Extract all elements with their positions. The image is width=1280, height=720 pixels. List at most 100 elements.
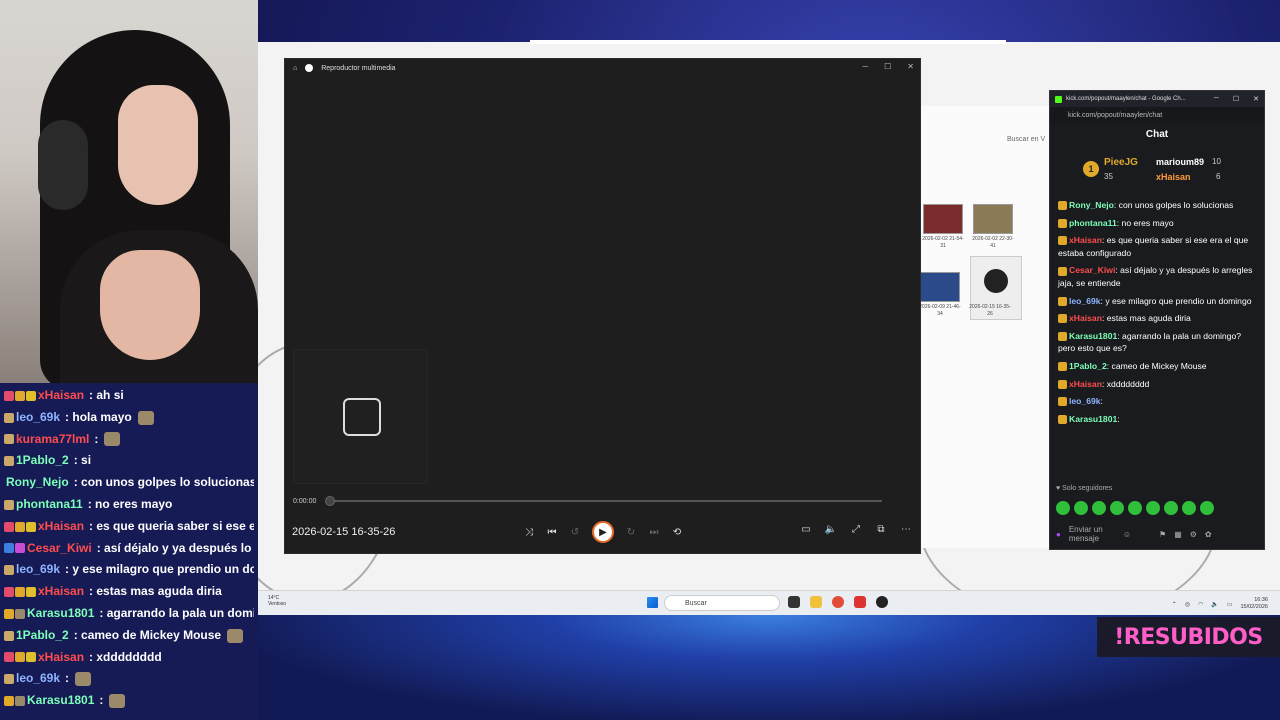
chrome-icon[interactable] — [832, 596, 844, 608]
media-player-icon[interactable] — [876, 596, 888, 608]
file-thumbnail[interactable] — [973, 204, 1013, 234]
rewind-icon[interactable]: ↺ — [569, 526, 581, 538]
seek-handle[interactable] — [325, 496, 335, 506]
home-icon[interactable]: ⌂ — [293, 65, 297, 72]
chat-username[interactable]: xHaisan — [38, 581, 84, 603]
shuffle-icon[interactable]: ⤨ — [523, 526, 535, 538]
chat-messages: Rony_Nejo: con unos golpes lo solucionas… — [1058, 199, 1260, 479]
chat-username[interactable]: Rony_Nejo — [6, 472, 69, 494]
forward-icon[interactable]: ↻ — [625, 526, 637, 538]
chat-username[interactable]: leo_69k — [16, 407, 60, 429]
chat-username[interactable]: 1Pablo_2 — [1069, 361, 1107, 371]
emote-icon[interactable] — [1074, 501, 1088, 515]
emote-icon[interactable] — [1182, 501, 1196, 515]
emote-icon[interactable] — [1092, 501, 1106, 515]
chat-username[interactable]: 1Pablo_2 — [16, 625, 69, 647]
webcam-face — [118, 85, 198, 205]
weather-widget[interactable]: 14°C Ventoso — [268, 595, 286, 607]
badge-icon — [1058, 362, 1067, 372]
maximize-icon[interactable]: ☐ — [1233, 95, 1239, 103]
chat-username[interactable]: xHaisan — [1069, 379, 1102, 389]
emote-icon[interactable] — [1056, 501, 1070, 515]
chat-username[interactable]: leo_69k — [1069, 396, 1101, 406]
chat-username[interactable]: leo_69k — [16, 668, 60, 690]
start-icon[interactable] — [647, 597, 658, 608]
wifi-icon[interactable]: ◠ — [1198, 601, 1203, 608]
miniplayer-icon[interactable]: ⧉ — [875, 523, 887, 535]
chat-username[interactable]: Karasu1801 — [27, 690, 94, 712]
chat-username[interactable]: phontana11 — [1069, 218, 1117, 228]
emote-icon[interactable] — [1146, 501, 1160, 515]
gift-icon[interactable]: ⚑ — [1159, 530, 1166, 539]
previous-icon[interactable]: ⏮ — [546, 526, 558, 538]
chat-text: : con unos golpes lo solucionas — [73, 475, 254, 490]
settings-icon[interactable]: ⚙ — [1190, 530, 1197, 539]
badge-icon — [4, 521, 14, 532]
more-icon[interactable]: ⋯ — [900, 523, 912, 535]
chat-username[interactable]: xHaisan — [38, 647, 84, 669]
chat-settings-icon[interactable]: ✿ — [1205, 530, 1212, 539]
chat-username[interactable]: xHaisan — [1069, 313, 1102, 323]
chat-message: Karasu1801: — [4, 690, 254, 712]
play-icon[interactable]: ▶ — [592, 521, 614, 543]
emote-icon[interactable] — [1164, 501, 1178, 515]
user-badges — [4, 456, 14, 467]
minimize-icon[interactable]: ─ — [1214, 95, 1219, 103]
badge-icon — [4, 456, 14, 467]
taskbar-search[interactable]: Buscar — [664, 595, 780, 611]
badge-icon — [26, 390, 36, 401]
clock[interactable]: 16:36 15/02/2026 — [1240, 597, 1268, 611]
minimize-icon[interactable]: ─ — [862, 62, 868, 71]
chat-username[interactable]: Rony_Nejo — [1069, 200, 1114, 210]
chat-username[interactable]: Cesar_Kiwi — [1069, 265, 1115, 275]
user-badges — [4, 565, 14, 576]
emote-icon[interactable] — [1128, 501, 1142, 515]
maximize-icon[interactable]: ☐ — [884, 62, 891, 71]
close-icon[interactable]: ✕ — [907, 62, 914, 71]
battery-icon[interactable]: ▭ — [1227, 601, 1233, 608]
badge-icon — [15, 390, 25, 401]
chevron-up-icon[interactable]: ⌃ — [1172, 601, 1177, 608]
volume-icon[interactable]: 🔈 — [825, 523, 837, 535]
app-icon[interactable] — [854, 596, 866, 608]
chat-username[interactable]: Cesar_Kiwi — [27, 538, 92, 560]
chat-username[interactable]: leo_69k — [1069, 296, 1101, 306]
volume-icon[interactable]: 🔈 — [1211, 601, 1218, 608]
address-bar[interactable]: kick.com/popout/maaylen/chat — [1050, 107, 1264, 124]
file-thumbnail[interactable] — [923, 204, 963, 234]
chat-username[interactable]: kurama77lml — [16, 429, 89, 451]
top-gifters: 1 PieeJG 35 marioum89 10 xHaisan 6 — [1050, 153, 1264, 189]
network-icon[interactable]: ◎ — [1185, 601, 1190, 608]
chat-message: Rony_Nejo: con unos golpes lo solucionas — [1058, 199, 1260, 212]
repeat-icon[interactable]: ⟲ — [671, 526, 683, 538]
chat-username[interactable]: Karasu1801 — [1069, 414, 1117, 424]
chat-username[interactable]: phontana11 — [16, 494, 83, 516]
chat-username[interactable]: Karasu1801 — [27, 603, 94, 625]
store-icon[interactable]: ▦ — [1174, 530, 1182, 539]
chat-username[interactable]: leo_69k — [16, 559, 60, 581]
fullscreen-icon[interactable]: ⤢ — [850, 523, 862, 535]
chat-username[interactable]: 1Pablo_2 — [16, 450, 69, 472]
chat-username[interactable]: Karasu1801 — [1069, 331, 1117, 341]
seek-bar[interactable] — [327, 500, 882, 502]
chat-text: : xdddddddd — [1101, 378, 1150, 389]
badge-icon — [15, 608, 25, 619]
emote-icon[interactable] — [1200, 501, 1214, 515]
video-frame-icon — [343, 398, 381, 436]
file-thumbnail[interactable] — [920, 272, 960, 302]
task-view-icon[interactable] — [788, 596, 800, 608]
subtitles-icon[interactable]: ▭ — [800, 523, 812, 535]
chat-username[interactable]: xHaisan — [38, 516, 84, 538]
chat-username[interactable]: xHaisan — [38, 385, 84, 407]
mic-icon[interactable]: ● — [1056, 530, 1061, 539]
send-message-input[interactable]: Enviar un mensaje — [1069, 525, 1115, 543]
emote-icon[interactable] — [1110, 501, 1124, 515]
close-icon[interactable]: ✕ — [1253, 95, 1259, 103]
chat-message: Karasu1801: agarrando la pala un doming — [4, 603, 254, 625]
emoji-icon[interactable]: ☺ — [1123, 530, 1131, 539]
next-icon[interactable]: ⏭ — [648, 526, 660, 538]
webcam-neck — [100, 250, 200, 360]
file-explorer-icon[interactable] — [810, 596, 822, 608]
chat-username[interactable]: xHaisan — [1069, 235, 1102, 245]
explorer-search-input[interactable]: Buscar en V — [1007, 136, 1045, 143]
